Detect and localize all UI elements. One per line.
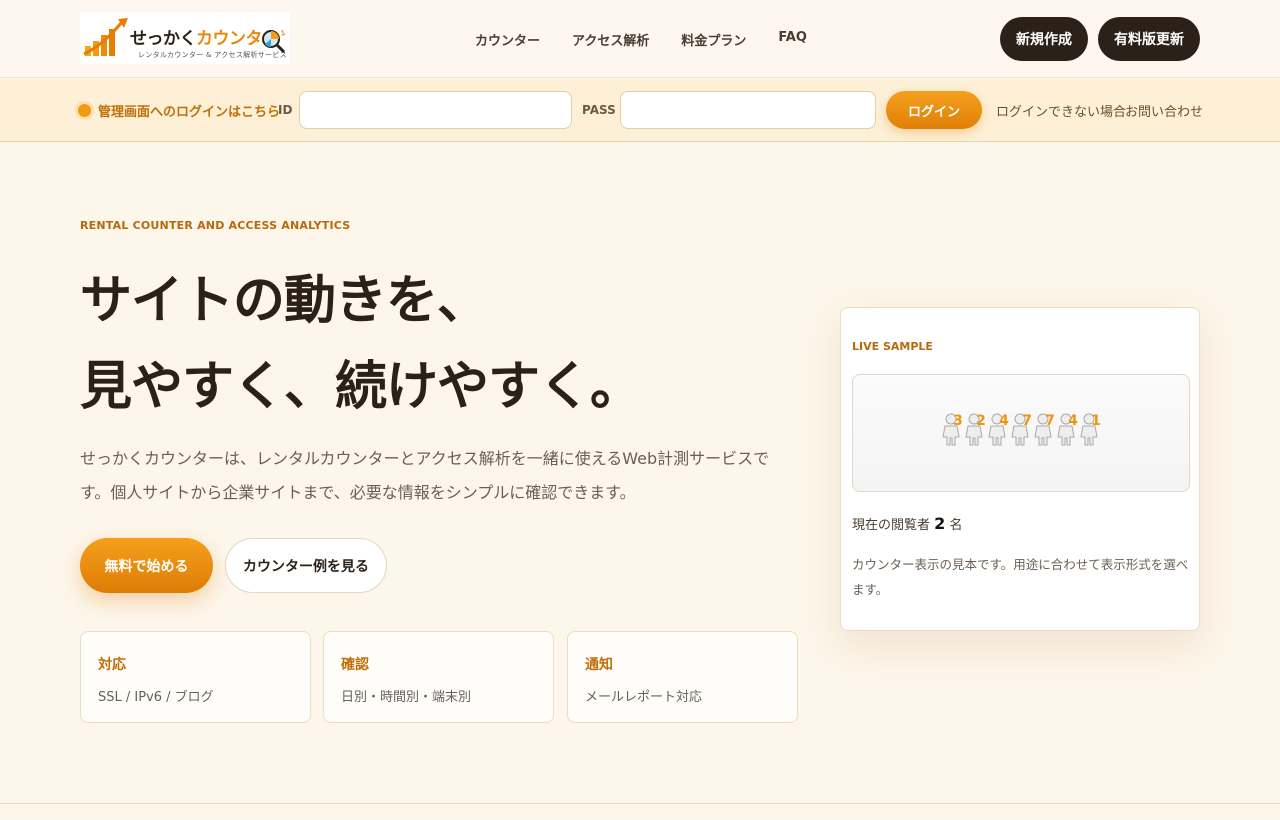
hero-description: せっかくカウンターは、レンタルカウンターとアクセス解析を一緒に使えるWeb計測サ… <box>80 449 770 502</box>
counter-digit: 7 <box>1034 413 1055 446</box>
new-account-button[interactable]: 新規作成 <box>1000 17 1088 61</box>
svg-text:2: 2 <box>976 413 986 429</box>
counter-digit: 7 <box>1011 413 1032 446</box>
logo-title: せっかくカウンター <box>130 29 279 49</box>
site-logo[interactable]: せっかくカウンター レンタルカウンター & アクセス解析サービス <box>80 12 290 64</box>
feature-title: 確認 <box>341 657 369 673</box>
feature-card-support: 対応 SSL / IPv6 / ブログ <box>80 631 311 723</box>
nav-item-pricing[interactable]: 料金プラン <box>681 30 746 49</box>
viewers-suffix: 名 <box>949 518 963 533</box>
section-divider <box>0 803 1280 804</box>
svg-text:3: 3 <box>953 413 963 429</box>
sample-eyebrow: LIVE SAMPLE <box>852 340 933 353</box>
feature-title: 対応 <box>98 657 126 673</box>
feature-card-notify: 通知 メールレポート対応 <box>567 631 798 723</box>
paid-renewal-button[interactable]: 有料版更新 <box>1098 17 1200 61</box>
id-label: ID <box>278 103 293 117</box>
login-bar: 管理画面へのログインはこちら ID PASS ログイン ログインできない場合 お… <box>0 79 1280 142</box>
view-counter-examples-button[interactable]: カウンター例を見る <box>225 538 387 593</box>
main-nav: カウンター アクセス解析 料金プラン FAQ <box>475 30 807 49</box>
current-viewers: 現在の閲覧者 2 名 <box>852 514 962 533</box>
svg-text:4: 4 <box>999 413 1009 429</box>
counter-digits: 3247741 <box>942 413 1101 446</box>
site-header: せっかくカウンター レンタルカウンター & アクセス解析サービス カウンター ア… <box>0 0 1280 78</box>
viewers-prefix: 現在の閲覧者 <box>852 518 931 533</box>
counter-digit: 4 <box>988 413 1009 446</box>
login-button[interactable]: ログイン <box>886 91 982 129</box>
hero-title-line-2: 見やすく、続けやすく。 <box>80 357 642 417</box>
live-sample-card: LIVE SAMPLE 3247741 現在の閲覧者 2 名 カウンター表示の見… <box>840 307 1200 631</box>
id-input[interactable] <box>299 91 572 129</box>
login-trouble-link[interactable]: ログインできない場合 <box>996 101 1126 120</box>
hero-title-line-1: サイトの動きを、 <box>80 271 489 331</box>
svg-text:4: 4 <box>1068 413 1078 429</box>
sample-note: カウンター表示の見本です。用途に合わせて表示形式を選べます。 <box>852 557 1189 597</box>
feature-card-check: 確認 日別・時間別・端末別 <box>323 631 554 723</box>
feature-desc: メールレポート対応 <box>585 690 703 705</box>
pass-label: PASS <box>582 103 616 117</box>
nav-item-faq[interactable]: FAQ <box>778 30 807 49</box>
hero-eyebrow: RENTAL COUNTER AND ACCESS ANALYTICS <box>80 219 351 232</box>
feature-desc: SSL / IPv6 / ブログ <box>98 690 214 705</box>
start-free-button[interactable]: 無料で始める <box>80 538 213 593</box>
counter-digit: 3 <box>942 413 963 446</box>
counter-digit: 2 <box>965 413 986 446</box>
viewers-count: 2 <box>934 514 946 533</box>
counter-digit: 4 <box>1057 413 1078 446</box>
hero-title: サイトの動きを、 見やすく、続けやすく。 <box>80 258 642 430</box>
svg-text:7: 7 <box>1045 413 1055 429</box>
svg-text:1: 1 <box>1091 413 1101 429</box>
nav-item-counter[interactable]: カウンター <box>475 30 540 49</box>
svg-text:7: 7 <box>1022 413 1032 429</box>
counter-digit: 1 <box>1080 413 1101 446</box>
nav-item-analytics[interactable]: アクセス解析 <box>572 30 649 49</box>
contact-link[interactable]: お問い合わせ <box>1125 101 1203 120</box>
chart-logo-icon <box>83 18 128 56</box>
feature-title: 通知 <box>585 657 613 673</box>
counter-preview: 3247741 <box>852 374 1190 492</box>
login-label: 管理画面へのログインはこちら <box>98 105 281 120</box>
magnifier-icon <box>262 29 286 54</box>
status-dot-icon <box>78 104 91 117</box>
feature-desc: 日別・時間別・端末別 <box>341 690 472 705</box>
password-input[interactable] <box>620 91 876 129</box>
